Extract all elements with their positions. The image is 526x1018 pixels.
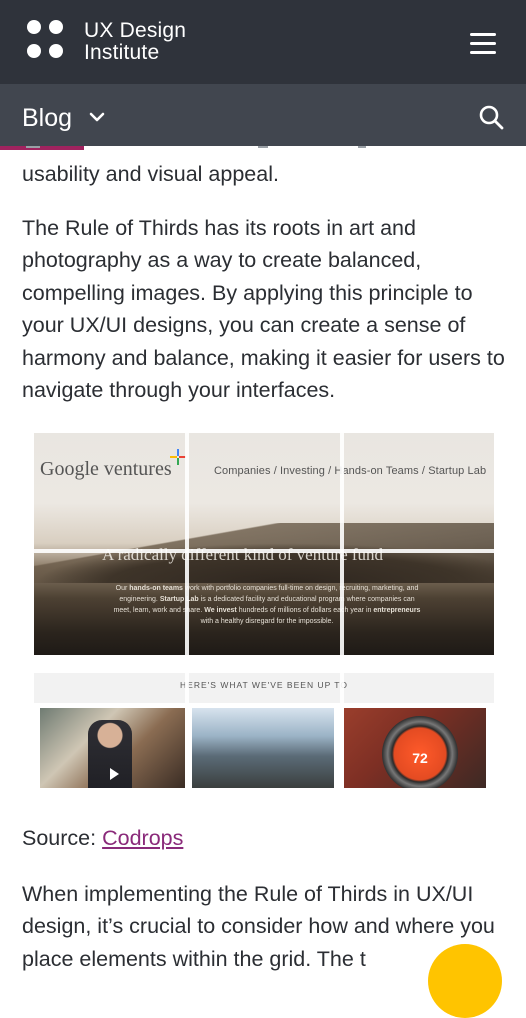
thermostat-thumbnail: 72 [344,708,486,788]
hamburger-icon[interactable] [470,33,498,55]
figure-source: Source: Codrops [22,822,183,854]
article-figure: Google ventures Companies / Investing / … [34,433,494,788]
search-icon[interactable] [478,104,504,130]
classroom-thumbnail [192,708,334,788]
site-header [0,0,526,84]
thirds-grid-line [340,433,344,788]
google-ventures-star-icon [170,449,186,465]
chevron-down-icon[interactable] [88,111,106,125]
article-paragraph: usability and visual appeal. [22,162,279,186]
brand-line-1: UX Design [84,19,187,42]
figure-description: Our hands-on teams work with portfolio c… [113,585,421,625]
google-ventures-logo: Google ventures [40,458,172,480]
blog-dropdown-label[interactable]: Blog [22,103,72,133]
source-label: Source: [22,826,97,850]
thirds-grid-line [185,433,189,788]
thirds-grid-line [34,655,494,659]
thirds-grid-line [34,549,494,553]
figure-band-text: HERE'S WHAT WE'VE BEEN UP TO [180,680,348,690]
brand-logo-icon[interactable] [27,20,73,64]
brand-line-2: Institute [84,41,160,64]
thermostat-icon: 72 [382,716,458,788]
section-bar [0,84,526,146]
article-paragraph: The Rule of Thirds has its roots in art … [22,216,505,403]
chat-button[interactable] [428,944,502,1018]
video-thumbnail [40,708,185,788]
source-link[interactable]: Codrops [102,826,183,850]
clipped-text-line [22,146,502,154]
brand-name[interactable]: UX Design Institute [84,20,186,64]
play-icon [110,768,119,780]
figure-nav-text: Companies / Investing / Hands-on Teams /… [214,465,487,477]
